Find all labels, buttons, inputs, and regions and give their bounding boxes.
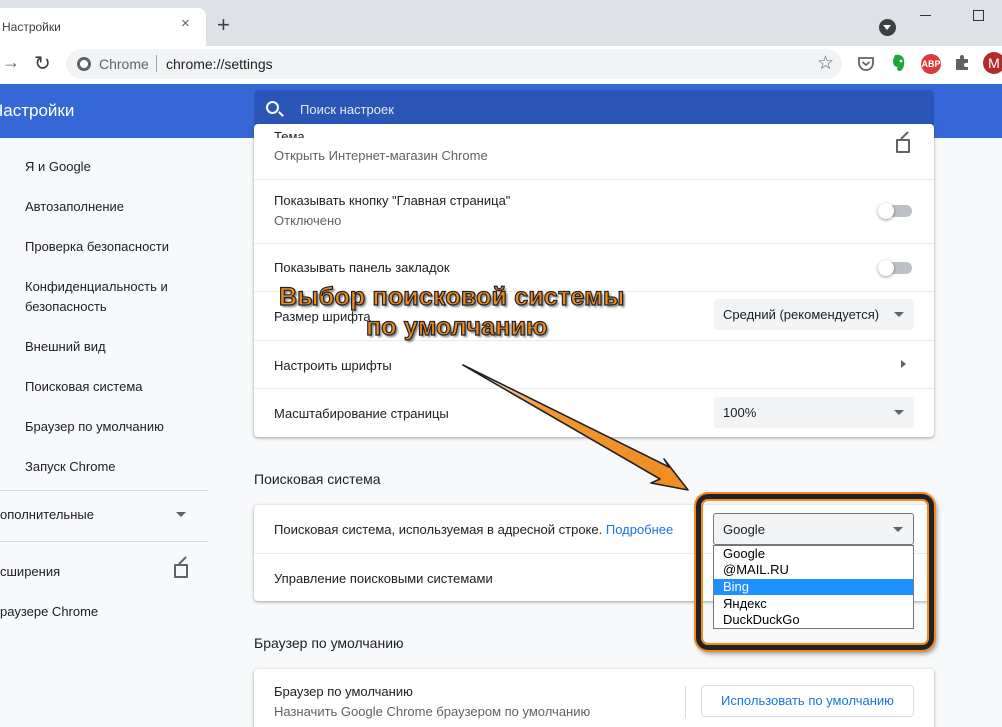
- open-in-new-icon[interactable]: [896, 139, 910, 153]
- sidebar-divider: [0, 541, 208, 542]
- sidebar-item-about[interactable]: раузере Chrome: [0, 604, 98, 619]
- forward-icon[interactable]: →: [2, 52, 20, 73]
- tab-close-icon[interactable]: ×: [181, 15, 190, 32]
- theme-store-link[interactable]: Открыть Интернет-магазин Chrome: [274, 148, 488, 163]
- home-button-label: Показывать кнопку "Главная страница": [274, 193, 511, 208]
- pocket-icon[interactable]: [857, 55, 875, 73]
- page-title: Настройки: [0, 101, 75, 120]
- vertical-divider: [685, 686, 686, 718]
- sidebar-item-you-and-google[interactable]: Я и Google: [25, 159, 91, 174]
- bookmark-star-icon[interactable]: ☆: [817, 52, 834, 75]
- toggle-knob: [878, 203, 894, 219]
- new-tab-button[interactable]: +: [217, 14, 230, 36]
- page-zoom-select[interactable]: 100%: [714, 397, 914, 428]
- sidebar-item-advanced[interactable]: ополнительные: [0, 507, 94, 522]
- profile-avatar[interactable]: M: [983, 52, 1002, 74]
- bookmarks-bar-label: Показывать панель закладок: [274, 260, 450, 275]
- page-zoom-label: Масштабирование страницы: [274, 406, 449, 421]
- dropdown-caret-icon: [894, 312, 904, 317]
- chevron-right-icon[interactable]: [901, 360, 906, 368]
- address-bar-engine-label: Поисковая система, используемая в адресн…: [274, 522, 674, 537]
- learn-more-link[interactable]: Подробнее: [606, 522, 673, 537]
- evernote-icon[interactable]: [890, 53, 908, 73]
- sidebar-divider: [0, 490, 208, 491]
- sidebar-item-extensions[interactable]: сширения: [0, 564, 60, 579]
- annotation-title-line1: Выбор поисковой системы: [278, 282, 625, 311]
- sidebar-item-default-browser[interactable]: Браузер по умолчанию: [25, 419, 164, 434]
- home-button-status: Отключено: [274, 213, 342, 228]
- extensions-puzzle-icon[interactable]: [953, 54, 971, 72]
- site-chip: Chrome: [99, 56, 149, 72]
- tab-title: Настройки: [2, 20, 61, 34]
- font-size-select[interactable]: Средний (рекомендуется): [714, 299, 914, 330]
- url-text[interactable]: chrome://settings: [166, 56, 273, 72]
- sidebar-item-privacy-line2[interactable]: безопасность: [25, 299, 107, 314]
- adblock-icon[interactable]: ABP: [921, 54, 941, 74]
- search-engine-section-title: Поисковая система: [254, 471, 381, 487]
- chevron-down-icon[interactable]: [176, 512, 186, 517]
- header-shadow-cover: [254, 138, 934, 142]
- maximize-icon[interactable]: [973, 10, 984, 21]
- tab-search-icon[interactable]: [879, 19, 896, 36]
- default-browser-section-title: Браузер по умолчанию: [254, 635, 404, 651]
- sidebar-item-on-startup[interactable]: Запуск Chrome: [25, 459, 116, 474]
- row-divider: [254, 243, 934, 244]
- customize-fonts-label[interactable]: Настроить шрифты: [274, 358, 392, 373]
- chip-divider: [156, 55, 157, 72]
- page-zoom-value: 100%: [723, 405, 757, 420]
- open-external-icon[interactable]: [174, 564, 188, 578]
- font-size-value: Средний (рекомендуется): [723, 307, 880, 322]
- reload-icon[interactable]: ↻: [34, 51, 51, 76]
- make-default-button[interactable]: Использовать по умолчанию: [701, 685, 914, 717]
- default-browser-label: Браузер по умолчанию: [274, 684, 413, 699]
- minimize-icon[interactable]: [920, 15, 931, 16]
- search-input[interactable]: Поиск настроек: [300, 102, 394, 117]
- default-browser-sub: Назначить Google Chrome браузером по умо…: [274, 704, 591, 719]
- sidebar-item-privacy[interactable]: Конфиденциальность и: [25, 279, 168, 294]
- dropdown-caret-icon: [894, 410, 904, 415]
- chrome-site-icon: [77, 57, 91, 71]
- sidebar-item-safety-check[interactable]: Проверка безопасности: [25, 239, 169, 254]
- manage-search-engines-label[interactable]: Управление поисковыми системами: [274, 571, 493, 586]
- toggle-knob: [878, 260, 894, 276]
- highlight-frame: [696, 494, 934, 650]
- search-icon: [266, 101, 279, 114]
- sidebar-item-appearance[interactable]: Внешний вид: [25, 339, 106, 354]
- sidebar-item-autofill[interactable]: Автозаполнение: [25, 199, 124, 214]
- row-divider: [254, 340, 934, 341]
- annotation-title-line2: по умолчанию: [365, 312, 548, 341]
- sidebar-item-search-engine[interactable]: Поисковая система: [25, 379, 143, 394]
- row-divider: [254, 179, 934, 180]
- annotation-arrow: [462, 364, 689, 491]
